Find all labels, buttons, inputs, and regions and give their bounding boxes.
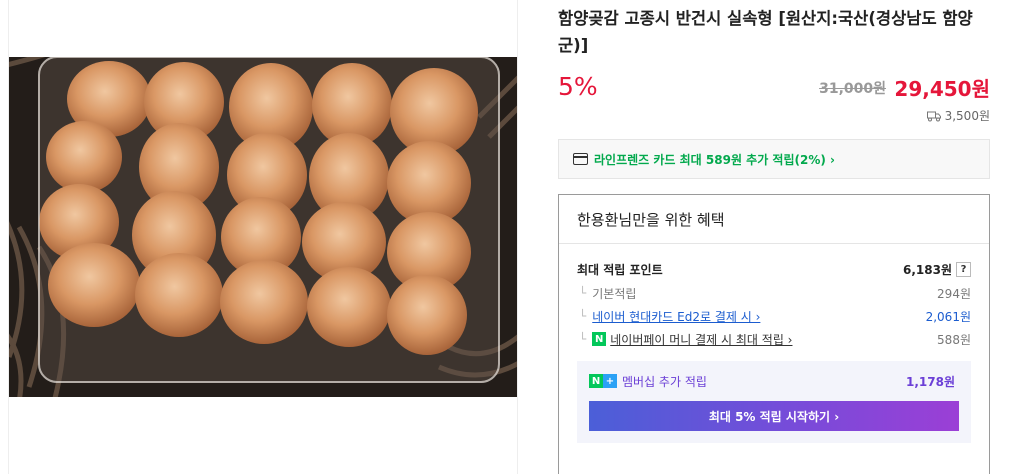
card-promo-banner[interactable]: 라인프렌즈 카드 최대 589원 추가 적립(2%) ›: [558, 139, 990, 179]
card-benefit-link[interactable]: 네이버 현대카드 Ed2로 결제 시 ›: [592, 308, 760, 325]
points-row-label: 기본적립: [592, 286, 637, 301]
shipping-fee-value: 3,500원: [944, 109, 990, 123]
dried-persimmon-photo: [9, 57, 517, 397]
indent-marker: └: [579, 309, 587, 323]
membership-label: 멤버십 추가 적립: [622, 374, 707, 389]
truck-icon: [926, 111, 941, 121]
discount-rate: 5%: [558, 72, 598, 101]
product-title: 함양곶감 고종시 반건시 실속형 [원산지:국산(경상남도 함양군)]: [558, 9, 973, 55]
membership-row: N + 멤버십 추가 적립 1,178원: [589, 371, 955, 391]
naver-n-badge: N: [589, 374, 603, 388]
membership-value: 1,178원: [906, 374, 955, 389]
max-points-row: 최대 적립 포인트 6,183원 ?: [577, 259, 971, 279]
sale-price: 29,450원: [894, 77, 990, 101]
naver-plus-icon: N +: [589, 374, 617, 388]
max-points-value: 6,183원: [903, 262, 952, 277]
benefit-heading: 한용환님만을 위한 혜택: [559, 195, 989, 244]
naverpay-icon: N: [592, 332, 607, 346]
product-photo[interactable]: [9, 57, 517, 397]
membership-box: N + 멤버십 추가 적립 1,178원 최대 5% 적립 시작하기 ›: [577, 361, 971, 443]
points-row-value: 588원: [937, 332, 971, 347]
points-row-naverpay: └ N 네이버페이 머니 결제 시 최대 적립 › 588원: [577, 329, 971, 349]
points-row-value: 294원: [937, 286, 971, 301]
indent-marker: └: [579, 286, 587, 300]
shipping-fee: 3,500원: [926, 107, 990, 124]
points-row-basic: └ 기본적립 294원: [577, 283, 971, 303]
product-image-panel: [8, 0, 518, 474]
benefit-panel: 한용환님만을 위한 혜택 최대 적립 포인트 6,183원 ? └ 기본적립 2…: [558, 194, 990, 474]
plus-badge: +: [603, 374, 617, 388]
card-promo-text: 라인프렌즈 카드 최대 589원 추가 적립(2%) ›: [594, 152, 835, 167]
naverpay-benefit-link[interactable]: 네이버페이 머니 결제 시 최대 적립 ›: [610, 331, 792, 348]
max-points-label: 최대 적립 포인트: [577, 262, 663, 277]
indent-marker: └: [579, 332, 587, 346]
points-row-card: └ 네이버 현대카드 Ed2로 결제 시 › 2,061원: [577, 306, 971, 326]
points-row-value: 2,061원: [925, 309, 971, 324]
help-icon[interactable]: ?: [956, 261, 971, 277]
product-info: 함양곶감 고종시 반건시 실속형 [원산지:국산(경상남도 함양군)] 5% 3…: [558, 0, 990, 474]
original-price: 31,000원: [819, 81, 886, 97]
credit-card-icon: [573, 153, 588, 165]
start-membership-button[interactable]: 최대 5% 적립 시작하기 ›: [589, 401, 959, 431]
